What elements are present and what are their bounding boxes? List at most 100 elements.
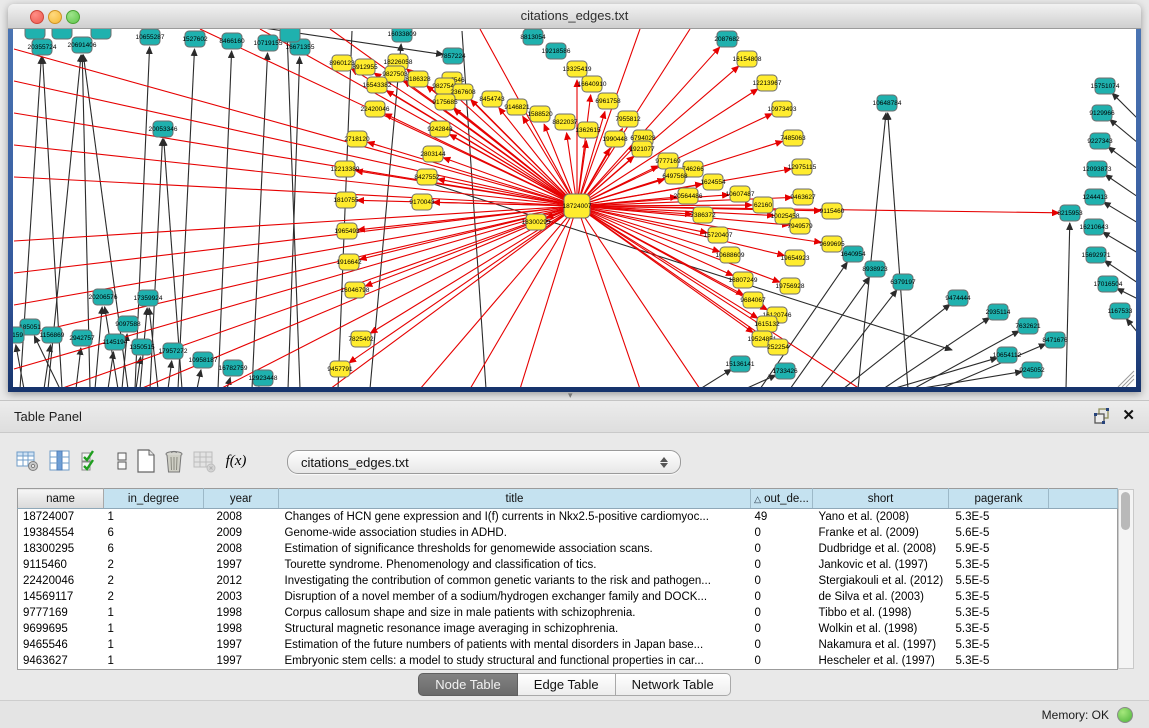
black-edge[interactable] bbox=[1103, 232, 1136, 253]
table-cell[interactable]: 2 bbox=[104, 573, 204, 589]
float-panel-icon[interactable] bbox=[1093, 407, 1111, 425]
red-edge[interactable] bbox=[520, 206, 577, 387]
table-row[interactable]: 946362711997Embryonic stem cells: a mode… bbox=[18, 653, 1118, 670]
red-edge[interactable] bbox=[14, 206, 577, 337]
table-cell[interactable]: 0 bbox=[751, 557, 813, 573]
table-cell[interactable]: 1 bbox=[104, 637, 204, 653]
black-edge[interactable] bbox=[135, 47, 150, 387]
table-cell[interactable]: 0 bbox=[751, 621, 813, 637]
black-edge[interactable] bbox=[287, 31, 300, 387]
table-cell[interactable]: 2 bbox=[104, 589, 204, 605]
column-header-name[interactable]: name bbox=[18, 489, 104, 509]
table-cell[interactable]: 5.3E-5 bbox=[949, 605, 1049, 621]
pane-splitter[interactable]: ▾ bbox=[0, 392, 1149, 400]
table-cell[interactable]: 9463627 bbox=[18, 653, 104, 670]
table-cell[interactable]: 22420046 bbox=[18, 573, 104, 589]
table-row[interactable]: 2242004622012Investigating the contribut… bbox=[18, 573, 1118, 589]
table-cell[interactable]: 5.6E-5 bbox=[949, 525, 1049, 541]
table-cell[interactable]: 1 bbox=[104, 509, 204, 526]
import-table-button-disabled[interactable] bbox=[190, 447, 218, 475]
black-edge[interactable] bbox=[790, 277, 869, 387]
tab-edge-table[interactable]: Edge Table bbox=[518, 673, 616, 696]
table-cell[interactable]: Estimation of significance thresholds fo… bbox=[279, 541, 751, 557]
network-canvas[interactable]: 2035572420691406106552871527602846616010… bbox=[13, 29, 1136, 387]
black-edge[interactable] bbox=[1112, 93, 1136, 119]
red-edge[interactable] bbox=[577, 206, 780, 282]
table-cell[interactable]: Structural magnetic resonance image aver… bbox=[279, 621, 751, 637]
table-cell[interactable]: 5.9E-5 bbox=[949, 541, 1049, 557]
table-cell[interactable]: 2012 bbox=[204, 573, 279, 589]
table-cell[interactable]: de Silva et al. (2003) bbox=[813, 589, 949, 605]
table-cell[interactable]: Dudbridge et al. (2008) bbox=[813, 541, 949, 557]
table-select-dropdown[interactable]: citations_edges.txt bbox=[287, 450, 681, 474]
table-cell[interactable]: 2 bbox=[104, 557, 204, 573]
table-cell[interactable]: 9699695 bbox=[18, 621, 104, 637]
tab-network-table[interactable]: Network Table bbox=[616, 673, 731, 696]
table-cell[interactable]: Franke et al. (2009) bbox=[813, 525, 949, 541]
column-header-pagerank[interactable]: pagerank bbox=[949, 489, 1049, 509]
table-row[interactable]: 969969511998Structural magnetic resonanc… bbox=[18, 621, 1118, 637]
table-cell[interactable]: 1998 bbox=[204, 621, 279, 637]
table-cell[interactable]: Corpus callosum shape and size in male p… bbox=[279, 605, 751, 621]
table-cell[interactable]: Hescheler et al. (1997) bbox=[813, 653, 949, 670]
table-cell[interactable]: 1 bbox=[104, 605, 204, 621]
column-header-out-degree[interactable]: △out_de... bbox=[751, 489, 813, 509]
table-cell[interactable]: 1997 bbox=[204, 637, 279, 653]
table-row[interactable]: 1938455462009Genome-wide association stu… bbox=[18, 525, 1118, 541]
column-header-short[interactable]: short bbox=[813, 489, 949, 509]
black-edge[interactable] bbox=[178, 49, 195, 387]
column-header-in-degree[interactable]: in_degree bbox=[104, 489, 204, 509]
table-cell[interactable]: 1997 bbox=[204, 557, 279, 573]
table-cell[interactable]: 0 bbox=[751, 525, 813, 541]
resize-grip-icon[interactable] bbox=[1118, 371, 1134, 387]
black-edge[interactable] bbox=[1117, 288, 1136, 299]
black-edge[interactable] bbox=[44, 345, 51, 387]
table-cell[interactable]: 6 bbox=[104, 541, 204, 557]
column-header-title[interactable]: title bbox=[279, 489, 751, 509]
graph-node-teal[interactable] bbox=[91, 29, 111, 39]
table-cell[interactable]: Genome-wide association studies in ADHD. bbox=[279, 525, 751, 541]
red-edge[interactable] bbox=[330, 206, 577, 387]
red-edge[interactable] bbox=[420, 206, 577, 387]
graph-node-teal[interactable] bbox=[52, 29, 72, 39]
red-edge[interactable] bbox=[577, 206, 640, 387]
table-cell[interactable]: 0 bbox=[751, 653, 813, 670]
table-cell[interactable]: 5.3E-5 bbox=[949, 653, 1049, 670]
black-edge[interactable] bbox=[917, 372, 1022, 387]
table-cell[interactable]: Jankovic et al. (1997) bbox=[813, 557, 949, 573]
citation-graph[interactable]: 2035572420691406106552871527602846616010… bbox=[13, 29, 1136, 387]
table-cell[interactable]: 2008 bbox=[204, 509, 279, 526]
black-edge[interactable] bbox=[1110, 119, 1136, 143]
table-cell[interactable]: 1 bbox=[104, 621, 204, 637]
table-row[interactable]: 1830029562008Estimation of significance … bbox=[18, 541, 1118, 557]
graph-node-teal[interactable] bbox=[280, 29, 300, 42]
table-cell[interactable]: 9465546 bbox=[18, 637, 104, 653]
black-edge[interactable] bbox=[820, 290, 897, 387]
window-titlebar[interactable]: citations_edges.txt bbox=[8, 4, 1141, 29]
black-edge[interactable] bbox=[218, 51, 232, 387]
table-cell[interactable]: Estimation of the future numbers of pati… bbox=[279, 637, 751, 653]
black-edge[interactable] bbox=[197, 370, 201, 387]
table-row[interactable]: 977716911998Corpus callosum shape and si… bbox=[18, 605, 1118, 621]
column-header-year[interactable]: year bbox=[204, 489, 279, 509]
table-cell[interactable]: 0 bbox=[751, 589, 813, 605]
table-cell[interactable]: Nakamura et al. (1997) bbox=[813, 637, 949, 653]
table-cell[interactable]: 0 bbox=[751, 637, 813, 653]
graph-node-teal[interactable] bbox=[25, 29, 45, 39]
table-cell[interactable]: 19384554 bbox=[18, 525, 104, 541]
table-cell[interactable]: 18724007 bbox=[18, 509, 104, 526]
black-edge[interactable] bbox=[76, 348, 81, 387]
table-cell[interactable]: Yano et al. (2008) bbox=[813, 509, 949, 526]
table-cell[interactable]: 49 bbox=[751, 509, 813, 526]
table-cell[interactable]: Stergiakouli et al. (2012) bbox=[813, 573, 949, 589]
table-cell[interactable]: 9115460 bbox=[18, 557, 104, 573]
black-edge[interactable] bbox=[700, 369, 732, 387]
table-cell[interactable]: 0 bbox=[751, 541, 813, 557]
table-cell[interactable]: Tibbo et al. (1998) bbox=[813, 605, 949, 621]
red-edge[interactable] bbox=[577, 95, 591, 206]
black-edge[interactable] bbox=[1104, 202, 1136, 223]
black-edge[interactable] bbox=[168, 361, 172, 387]
close-panel-icon[interactable]: ✕ bbox=[1122, 406, 1135, 424]
table-cell[interactable]: Tourette syndrome. Phenomenology and cla… bbox=[279, 557, 751, 573]
scrollbar-thumb[interactable] bbox=[1121, 492, 1130, 530]
